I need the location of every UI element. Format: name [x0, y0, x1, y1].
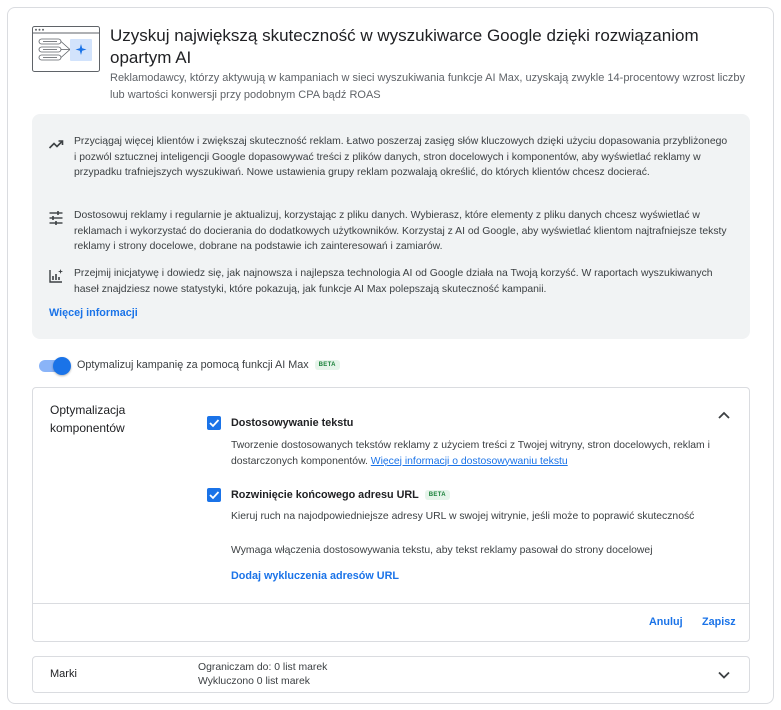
text-customization-more-link[interactable]: Więcej informacji o dostosowywaniu tekst… — [371, 456, 568, 467]
toggle-knob — [53, 357, 71, 375]
chevron-down-icon[interactable] — [717, 668, 731, 682]
beta-badge: BETA — [314, 360, 340, 371]
toggle-label-text: Optymalizuj kampanię za pomocą funkcji A… — [77, 359, 309, 371]
ai-max-settings-card: Uzyskuj największą skuteczność w wyszuki… — [7, 7, 774, 704]
brands-summary: Ograniczam do: 0 list marek Wykluczono 0… — [198, 661, 327, 689]
page-subtitle: Reklamodawcy, którzy aktywują w kampania… — [110, 72, 745, 101]
text-customization-desc: Tworzenie dostosowanych tekstów reklamy … — [231, 438, 711, 469]
add-url-exclusions-link[interactable]: Dodaj wykluczenia adresów URL — [231, 570, 399, 582]
info-panel: Przyciągaj więcej klientów i zwiększaj s… — [32, 114, 750, 339]
checkmark-icon — [209, 419, 220, 428]
page-title: Uzyskuj największą skuteczność w wyszuki… — [110, 26, 699, 67]
asset-optimization-panel: Optymalizacja komponentów Dostosowywanie… — [32, 387, 750, 642]
cancel-button[interactable]: Anuluj — [649, 616, 683, 628]
url-expansion-label-text: Rozwinięcie końcowego adresu URL — [231, 489, 419, 501]
tune-icon — [49, 211, 63, 225]
info-item-text: Przyciągaj więcej klientów i zwiększaj s… — [74, 136, 728, 178]
brands-limit-text: Ograniczam do: 0 list marek — [198, 662, 328, 673]
brands-panel[interactable]: Marki Ograniczam do: 0 list marek Wykluc… — [32, 656, 750, 693]
brands-title: Marki — [50, 668, 77, 680]
url-expansion-label: Rozwinięcie końcowego adresu URL BETA — [231, 489, 450, 501]
url-expansion-note: Wymaga włączenia dostosowywania tekstu, … — [231, 545, 653, 556]
insights-chart-icon — [49, 269, 63, 283]
checkmark-icon — [209, 491, 220, 500]
text-customization-checkbox[interactable] — [207, 416, 221, 430]
info-item-text: Przejmij inicjatywę i dowiedz się, jak n… — [74, 268, 713, 295]
divider — [33, 603, 749, 604]
beta-badge: BETA — [424, 490, 450, 501]
more-info-link[interactable]: Więcej informacji — [49, 307, 138, 319]
text-customization-label: Dostosowywanie tekstu — [231, 417, 354, 429]
trending-up-icon — [48, 140, 64, 149]
ai-max-toggle[interactable] — [39, 357, 71, 375]
brands-excluded-text: Wykluczono 0 list marek — [198, 676, 310, 687]
info-item-text: Dostosowuj reklamy i regularnie je aktua… — [74, 210, 727, 252]
url-expansion-checkbox[interactable] — [207, 488, 221, 502]
search-ai-illustration-icon — [32, 26, 100, 72]
ai-max-toggle-label: Optymalizuj kampanię za pomocą funkcji A… — [77, 359, 340, 371]
save-button[interactable]: Zapisz — [702, 616, 736, 628]
asset-optimization-title: Optymalizacja komponentów — [50, 403, 126, 435]
url-expansion-desc: Kieruj ruch na najodpowiedniejsze adresy… — [231, 511, 695, 522]
chevron-up-icon[interactable] — [717, 408, 731, 422]
